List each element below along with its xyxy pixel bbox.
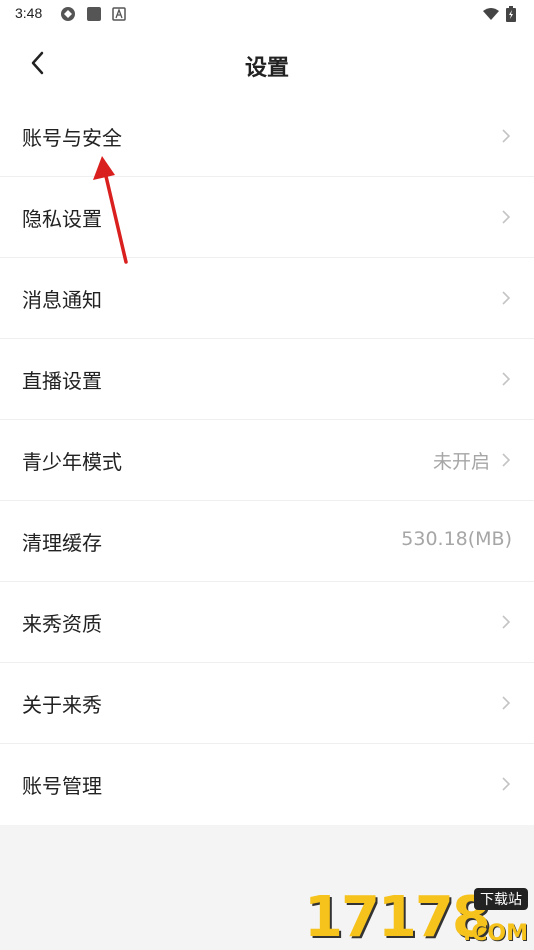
row-label: 账号与安全 [22, 126, 122, 150]
settings-row-privacy[interactable]: 隐私设置 [0, 177, 534, 258]
status-bar: 3:48 [0, 0, 534, 28]
status-time: 3:48 [15, 5, 43, 21]
watermark-number: 17178 [304, 885, 491, 950]
row-label: 账号管理 [22, 774, 102, 798]
chevron-right-icon [502, 291, 511, 305]
status-icons-right [482, 6, 516, 22]
chevron-right-icon [502, 129, 511, 143]
row-label: 青少年模式 [22, 450, 122, 474]
settings-list: 账号与安全 隐私设置 消息通知 直播设置 青少年模式 未开启 清理缓存 530.… [0, 96, 534, 825]
wifi-icon [483, 8, 499, 20]
status-icons-left [60, 6, 126, 22]
sync-icon [61, 7, 75, 21]
row-label: 来秀资质 [22, 612, 102, 636]
settings-row-live[interactable]: 直播设置 [0, 339, 534, 420]
row-value: 未开启 [432, 451, 490, 473]
watermark-suffix: .COM [462, 921, 528, 946]
settings-row-teen-mode[interactable]: 青少年模式 未开启 [0, 420, 534, 501]
settings-row-account-security[interactable]: 账号与安全 [0, 96, 534, 177]
cache-size-value: 530.18(MB) [401, 528, 512, 550]
chevron-right-icon [502, 372, 511, 386]
settings-row-about[interactable]: 关于来秀 [0, 663, 534, 744]
settings-row-qualification[interactable]: 来秀资质 [0, 582, 534, 663]
chevron-right-icon [502, 453, 511, 467]
row-label: 消息通知 [22, 288, 102, 312]
settings-row-account-management[interactable]: 账号管理 [0, 744, 534, 825]
row-label: 清理缓存 [22, 531, 102, 555]
a-icon [112, 7, 126, 21]
chevron-right-icon [502, 615, 511, 629]
row-label: 直播设置 [22, 369, 102, 393]
site-watermark-logo: 17178 下载站 .COM [304, 885, 534, 950]
annotation-arrow [93, 156, 128, 264]
header-bar: 设置 [0, 28, 534, 98]
settings-row-clear-cache[interactable]: 清理缓存 530.18(MB) [0, 501, 534, 582]
row-label: 关于来秀 [22, 693, 102, 717]
settings-row-notifications[interactable]: 消息通知 [0, 258, 534, 339]
chevron-right-icon [502, 210, 511, 224]
battery-icon [506, 6, 516, 22]
chevron-right-icon [502, 696, 511, 710]
chevron-right-icon [502, 777, 511, 791]
square-icon [87, 7, 101, 21]
watermark-badge: 下载站 [474, 888, 528, 910]
page-title: 设置 [244, 56, 289, 81]
